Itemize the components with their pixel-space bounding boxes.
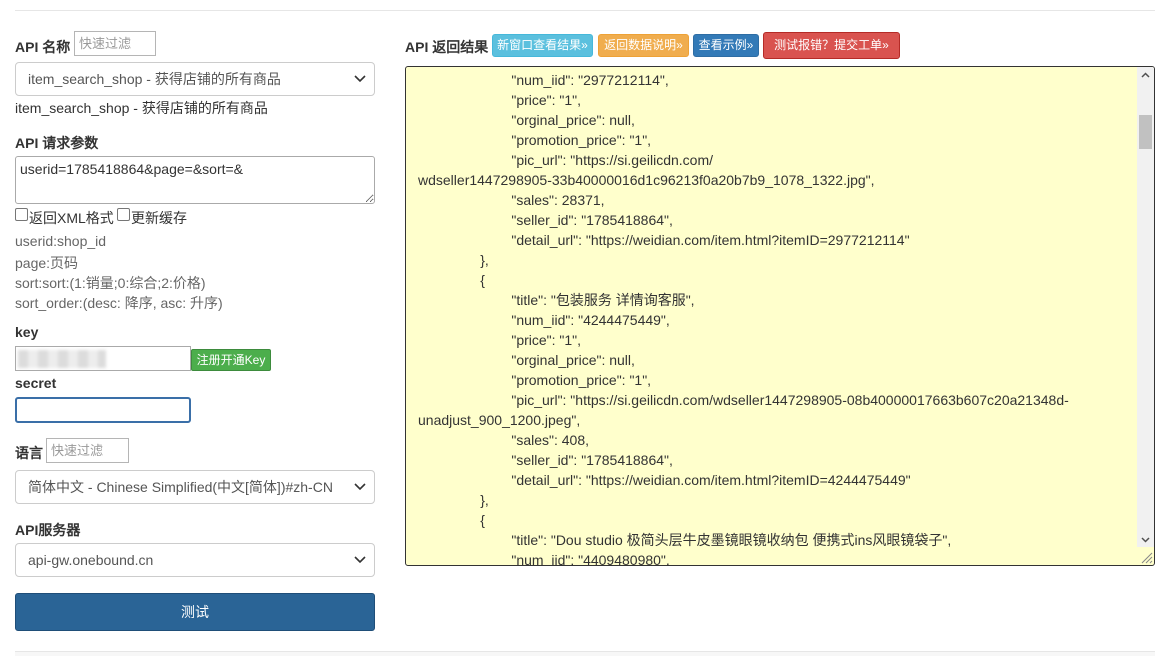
language-label: 语言 — [15, 445, 43, 461]
result-line: { — [418, 512, 485, 528]
bottom-divider — [15, 651, 1155, 656]
result-textarea[interactable]: "num_iid": "2977212114", "price": "1", "… — [405, 66, 1155, 566]
result-line: "pic_url": "https://si.geilicdn.com/wdse… — [418, 392, 1069, 408]
result-line: "detail_url": "https://weidian.com/item.… — [418, 232, 910, 248]
top-divider — [15, 10, 1155, 11]
resize-grip-icon[interactable] — [1139, 550, 1153, 564]
scroll-down-arrow-icon[interactable] — [1141, 535, 1150, 544]
result-line: "sales": 408, — [418, 432, 590, 448]
result-line: "title": "Dou studio 极简头层牛皮墨镜眼镜收纳包 便携式in… — [418, 532, 952, 548]
chevron-down-icon — [354, 544, 366, 576]
result-line: wdseller1447298905-33b40000016d1c96213f0… — [418, 172, 875, 188]
result-line: "orginal_price": null, — [418, 112, 635, 128]
test-button[interactable]: 测试 — [15, 593, 375, 631]
result-line: "detail_url": "https://weidian.com/item.… — [418, 472, 911, 488]
result-line: { — [418, 272, 485, 288]
result-line: "price": "1", — [418, 332, 582, 348]
api-filter-input[interactable] — [74, 31, 156, 56]
secret-label: secret — [15, 375, 57, 391]
scroll-up-arrow-icon[interactable] — [1141, 71, 1150, 80]
chevron-down-icon — [354, 63, 366, 95]
result-label: API 返回结果 — [405, 39, 489, 55]
api-select[interactable]: item_search_shop - 获得店铺的所有商品 — [15, 62, 375, 96]
cache-checkbox[interactable] — [117, 208, 130, 221]
xml-checkbox-label: 返回XML格式 — [29, 210, 114, 226]
result-line: "seller_id": "1785418864", — [418, 212, 673, 228]
data-description-button[interactable]: 返回数据说明» — [598, 34, 689, 57]
params-textarea[interactable] — [15, 156, 375, 204]
scrollbar-thumb[interactable] — [1139, 115, 1152, 149]
result-line: "title": "包装服务 详情询客服", — [418, 292, 695, 308]
param-hint: sort:sort:(1:销量;0:综合;2:价格) — [15, 275, 206, 291]
param-hint: userid:shop_id — [15, 233, 107, 249]
result-line: }, — [418, 252, 489, 268]
param-hint: page:页码 — [15, 255, 79, 271]
result-line: "sales": 28371, — [418, 192, 605, 208]
language-select-value: 简体中文 - Chinese Simplified(中文[简体])#zh-CN — [28, 479, 333, 495]
key-input[interactable] — [15, 346, 191, 371]
key-label: key — [15, 324, 39, 340]
server-label: API服务器 — [15, 522, 81, 538]
xml-checkbox[interactable] — [15, 208, 28, 221]
result-line: "pic_url": "https://si.geilicdn.com/ — [418, 152, 714, 168]
register-key-button[interactable]: 注册开通Key — [191, 349, 271, 371]
result-line: "promotion_price": "1", — [418, 372, 652, 388]
result-line: "num_iid": "4244475449", — [418, 312, 670, 328]
server-select-value: api-gw.onebound.cn — [28, 552, 154, 568]
result-line: "num_iid": "2977212114", — [418, 72, 669, 88]
api-name-label: API 名称 — [15, 39, 71, 55]
secret-input[interactable] — [15, 397, 191, 423]
result-line: "price": "1", — [418, 92, 582, 108]
open-new-window-button[interactable]: 新窗口查看结果» — [492, 34, 593, 57]
api-description: item_search_shop - 获得店铺的所有商品 — [15, 100, 268, 116]
result-line: }, — [418, 492, 489, 508]
cache-checkbox-label: 更新缓存 — [131, 210, 187, 226]
result-line: "promotion_price": "1", — [418, 132, 652, 148]
result-line: "seller_id": "1785418864", — [418, 452, 673, 468]
result-scrollbar[interactable] — [1137, 67, 1154, 547]
submit-ticket-button[interactable]: 测试报错？提交工单» — [763, 32, 900, 59]
view-example-button[interactable]: 查看示例» — [693, 34, 759, 57]
api-select-value: item_search_shop - 获得店铺的所有商品 — [28, 71, 281, 87]
param-hint: sort_order:(desc: 降序, asc: 升序) — [15, 295, 223, 311]
result-line: unadjust_900_1200.jpeg", — [418, 412, 581, 428]
result-line: "num_iid": "4409480980", — [418, 552, 670, 566]
chevron-down-icon — [354, 471, 366, 503]
redacted-key — [18, 350, 106, 368]
params-label: API 请求参数 — [15, 135, 99, 151]
server-select[interactable]: api-gw.onebound.cn — [15, 543, 375, 577]
language-filter-input[interactable] — [46, 438, 129, 463]
result-content: "num_iid": "2977212114", "price": "1", "… — [418, 70, 1138, 566]
result-line: "orginal_price": null, — [418, 352, 635, 368]
language-select[interactable]: 简体中文 - Chinese Simplified(中文[简体])#zh-CN — [15, 470, 375, 504]
